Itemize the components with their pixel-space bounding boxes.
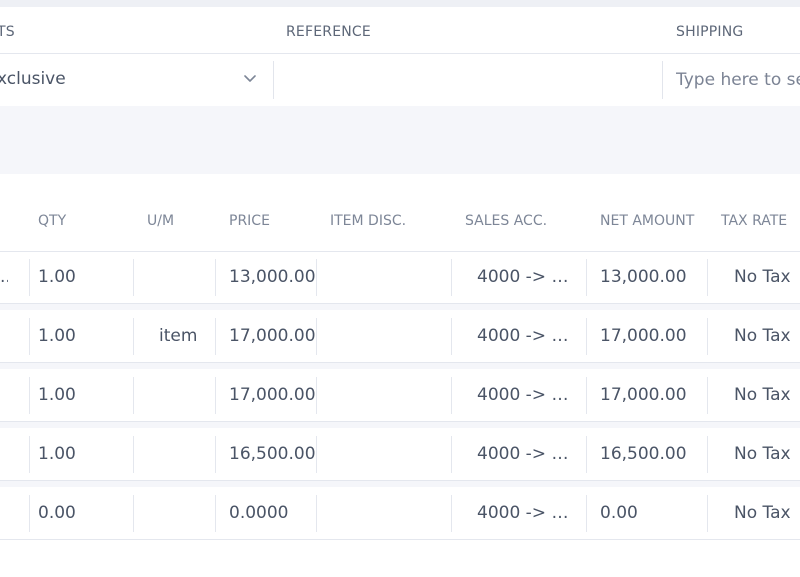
row-gap <box>0 481 800 487</box>
price-cell[interactable]: 17,000.00 <box>229 326 317 346</box>
tax-rate-cell[interactable]: No Tax <box>734 503 791 523</box>
row-gap <box>0 422 800 428</box>
price-cell[interactable]: 13,000.00 <box>229 267 317 287</box>
amounts-label: TS <box>0 24 15 40</box>
price-cell[interactable]: 16,500.00 <box>229 444 317 464</box>
cell-divider <box>133 259 134 296</box>
cell-divider <box>707 495 708 532</box>
col-header-price[interactable]: PRICE <box>229 213 270 229</box>
cell-divider <box>586 377 587 414</box>
cell-divider <box>707 259 708 296</box>
sales-acc-cell[interactable]: 4000 -> Sa... <box>477 503 574 523</box>
chevron-down-icon <box>244 75 256 82</box>
cell-divider <box>707 436 708 473</box>
cell-divider <box>316 377 317 414</box>
row-lead-cell: .. <box>0 267 8 287</box>
net-amount-cell: 17,000.00 <box>600 326 687 346</box>
cell-divider <box>451 318 452 355</box>
reference-label: REFERENCE <box>286 24 371 40</box>
col-header-qty[interactable]: QTY <box>38 213 66 229</box>
net-amount-cell: 0.00 <box>600 503 638 523</box>
col-header-sales-acc[interactable]: SALES ACC. <box>465 213 547 229</box>
table-row[interactable]: .. 1.00 13,000.00 4000 -> Sa... 13,000.0… <box>0 252 800 304</box>
cell-divider <box>29 377 30 414</box>
col-header-um[interactable]: U/M <box>147 213 174 229</box>
cell-divider <box>215 495 216 532</box>
qty-cell[interactable]: 0.00 <box>38 503 76 523</box>
tax-rate-cell[interactable]: No Tax <box>734 385 791 405</box>
table-row[interactable]: 0.00 0.0000 4000 -> Sa... 0.00 No Tax <box>0 488 800 540</box>
cell-divider <box>215 318 216 355</box>
cell-divider <box>707 318 708 355</box>
tax-select-value: xclusive <box>0 69 66 89</box>
price-cell[interactable]: 17,000.00 <box>229 385 317 405</box>
sales-acc-cell[interactable]: 4000 -> Sa... <box>477 326 574 346</box>
tax-rate-cell[interactable]: No Tax <box>734 444 791 464</box>
shipping-label: SHIPPING <box>676 24 744 40</box>
invoice-editor: TS REFERENCE SHIPPING xclusive QTY U/M P… <box>0 0 800 577</box>
cell-divider <box>451 377 452 414</box>
cell-divider <box>586 318 587 355</box>
sales-acc-cell[interactable]: 4000 -> Sa... <box>477 267 574 287</box>
row-gap <box>0 363 800 369</box>
tax-rate-cell[interactable]: No Tax <box>734 267 791 287</box>
table-row[interactable]: 1.00 16,500.00 4000 -> Sa... 16,500.00 N… <box>0 429 800 481</box>
price-cell[interactable]: 0.0000 <box>229 503 317 523</box>
invoice-fields-row: xclusive <box>0 53 800 107</box>
qty-cell[interactable]: 1.00 <box>38 267 76 287</box>
cell-divider <box>215 377 216 414</box>
col-header-item-disc[interactable]: ITEM DISC. <box>330 213 406 229</box>
cell-divider <box>29 436 30 473</box>
cell-divider <box>451 259 452 296</box>
table-row[interactable]: 1.00 item 17,000.00 4000 -> Sa... 17,000… <box>0 311 800 363</box>
qty-cell[interactable]: 1.00 <box>38 444 76 464</box>
cell-divider <box>133 377 134 414</box>
amounts-tax-select[interactable]: xclusive <box>0 54 273 106</box>
cell-divider <box>215 436 216 473</box>
cell-divider <box>29 259 30 296</box>
shipping-input[interactable] <box>663 55 800 105</box>
row-gap <box>0 304 800 310</box>
table-row[interactable]: 1.00 17,000.00 4000 -> Sa... 17,000.00 N… <box>0 370 800 422</box>
cell-divider <box>215 259 216 296</box>
top-strip <box>0 0 800 7</box>
col-header-tax-rate[interactable]: TAX RATE <box>721 213 787 229</box>
col-header-net-amount[interactable]: NET AMOUNT <box>600 213 694 229</box>
cell-divider <box>586 436 587 473</box>
cell-divider <box>316 495 317 532</box>
tax-rate-cell[interactable]: No Tax <box>734 326 791 346</box>
cell-divider <box>133 436 134 473</box>
cell-divider <box>133 495 134 532</box>
qty-cell[interactable]: 1.00 <box>38 385 76 405</box>
cell-divider <box>316 259 317 296</box>
cell-divider <box>586 259 587 296</box>
cell-divider <box>707 377 708 414</box>
sales-acc-cell[interactable]: 4000 -> Sa... <box>477 385 574 405</box>
net-amount-cell: 16,500.00 <box>600 444 687 464</box>
cell-divider <box>316 318 317 355</box>
sales-acc-cell[interactable]: 4000 -> Sa... <box>477 444 574 464</box>
cell-divider <box>451 436 452 473</box>
section-spacer <box>0 106 800 174</box>
cell-divider <box>316 436 317 473</box>
cell-divider <box>29 318 30 355</box>
cell-divider <box>451 495 452 532</box>
net-amount-cell: 13,000.00 <box>600 267 687 287</box>
cell-divider <box>29 495 30 532</box>
cell-divider <box>586 495 587 532</box>
um-cell[interactable]: item <box>159 326 197 346</box>
reference-input[interactable] <box>274 55 662 105</box>
qty-cell[interactable]: 1.00 <box>38 326 76 346</box>
cell-divider <box>133 318 134 355</box>
net-amount-cell: 17,000.00 <box>600 385 687 405</box>
